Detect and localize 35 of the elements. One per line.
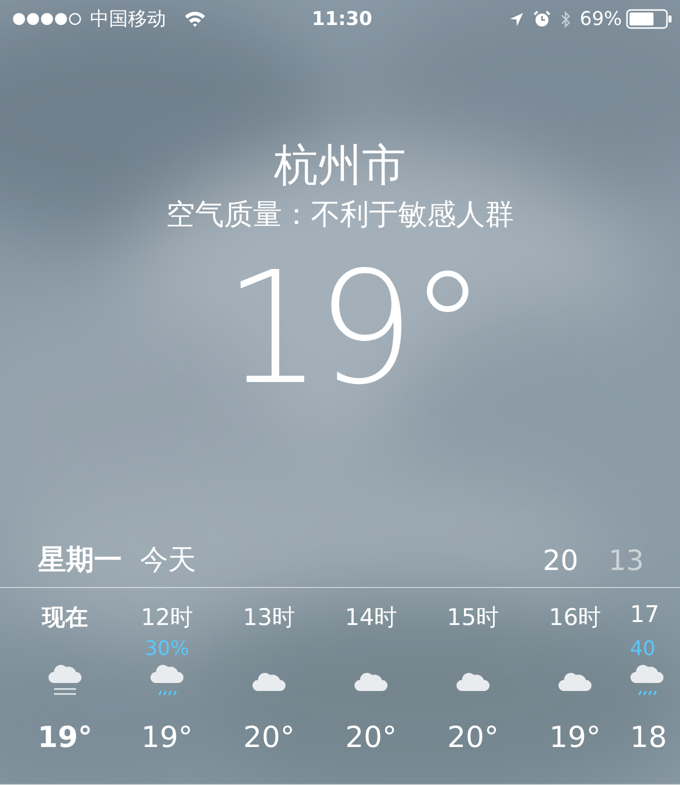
fog-cloud-icon — [48, 664, 82, 698]
bluetooth-icon — [560, 10, 571, 28]
hour-label: 16时 — [548, 604, 602, 632]
battery-icon — [626, 9, 672, 29]
wifi-icon — [184, 11, 206, 27]
hour-label: 14时 — [344, 604, 398, 632]
carrier-name: 中国移动 — [90, 7, 166, 32]
precipitation-chance: 30% — [144, 636, 190, 660]
hour-temperature: 20° — [447, 720, 499, 754]
battery-percentage: 69% — [580, 8, 622, 30]
clock-time: 11:30 — [312, 8, 372, 30]
alarm-clock-icon — [532, 10, 551, 28]
hour-temperature: 20° — [243, 720, 295, 754]
weekday-label: 星期一 — [38, 542, 122, 578]
low-temperature: 13 — [608, 544, 644, 576]
rain-cloud-icon — [630, 664, 664, 698]
today-label: 今天 — [140, 542, 197, 578]
rain-cloud-icon — [150, 664, 184, 698]
hour-temperature: 19° — [38, 720, 92, 754]
hour-temperature: 20° — [345, 720, 397, 754]
signal-icon — [12, 12, 82, 26]
high-temperature: 20 — [542, 544, 578, 576]
hour-label: 17 — [630, 602, 660, 630]
hour-temperature: 19° — [549, 720, 601, 754]
hour-label: 12时 — [140, 604, 194, 632]
hour-label: 15时 — [446, 604, 500, 632]
hour-temperature: 19° — [141, 720, 193, 754]
precipitation-chance: 40 — [630, 636, 656, 660]
city-name: 杭州市 — [273, 139, 407, 193]
location-arrow-icon — [508, 12, 524, 26]
hour-label: 13时 — [242, 604, 296, 632]
air-quality-text: 空气质量：不利于敏感人群 — [165, 196, 515, 233]
current-temperature: 19° — [222, 244, 482, 414]
hour-label: 现在 — [42, 604, 88, 632]
hour-temperature: 18 — [630, 720, 667, 754]
